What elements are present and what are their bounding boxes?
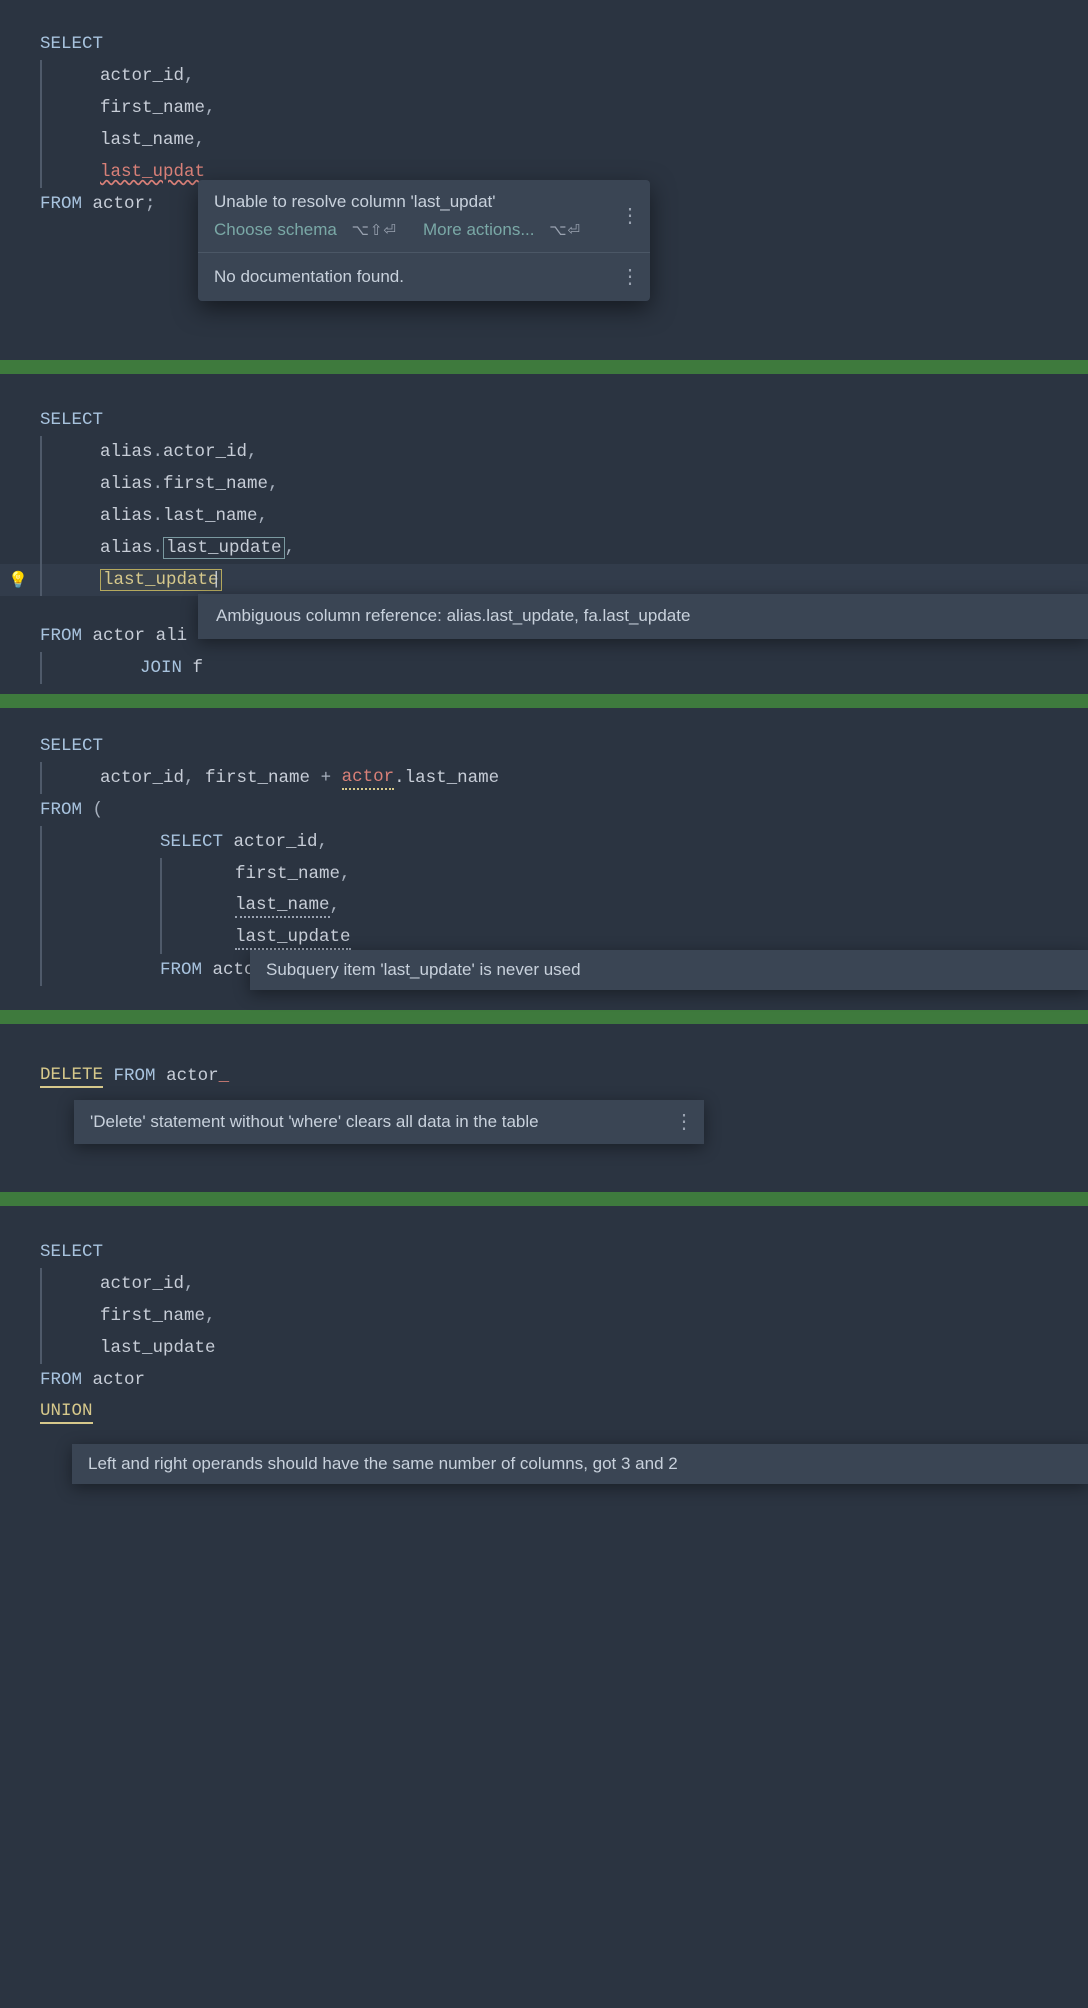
keyword-from: FROM <box>40 800 82 820</box>
dot: . <box>394 768 405 788</box>
col: actor_id <box>163 442 247 462</box>
divider <box>0 1010 1088 1024</box>
column: actor_id <box>100 66 184 86</box>
keyword-select: SELECT <box>40 1242 103 1262</box>
keyword-join: JOIN <box>140 658 182 678</box>
shortcut-label: ⌥⏎ <box>549 222 581 239</box>
table: actor <box>93 1370 146 1390</box>
shortcut-label: ⌥⇧⏎ <box>352 222 397 239</box>
col: first_name <box>100 1306 205 1326</box>
column-error[interactable]: last_updat <box>100 162 205 182</box>
ambiguous-column[interactable]: last_update <box>100 569 222 591</box>
keyword-from: FROM <box>40 194 82 214</box>
col: actor_id <box>100 768 184 788</box>
divider <box>0 694 1088 708</box>
col-unused[interactable]: last_update <box>235 927 351 950</box>
keyword-select: SELECT <box>40 736 103 756</box>
col: actor_id <box>100 1274 184 1294</box>
error-tooltip: Unable to resolve column 'last_updat' ⋮ … <box>198 180 650 301</box>
caret-icon: _ <box>219 1066 230 1086</box>
divider <box>0 360 1088 374</box>
comma: , <box>205 98 216 118</box>
divider <box>0 1192 1088 1206</box>
inner-select: SELECT <box>160 832 223 852</box>
keyword-union[interactable]: UNION <box>40 1401 93 1424</box>
keyword-select: SELECT <box>40 34 103 54</box>
alias: alias <box>100 474 153 494</box>
alias: alias <box>100 506 153 526</box>
col: last_name <box>163 506 258 526</box>
plus-op: + <box>321 768 332 788</box>
keyword-delete[interactable]: DELETE <box>40 1065 103 1088</box>
col-unused[interactable]: last_name <box>235 895 330 918</box>
bulb-icon[interactable]: 💡 <box>8 570 28 590</box>
col: first_name <box>205 768 310 788</box>
err-table[interactable]: actor <box>342 767 395 790</box>
alias: alias <box>100 538 153 558</box>
semicolon: ; <box>145 194 156 214</box>
keyword-from: FROM <box>40 626 82 646</box>
alias: alias <box>100 442 153 462</box>
col: first_name <box>163 474 268 494</box>
column: first_name <box>100 98 205 118</box>
table: actor <box>93 626 146 646</box>
no-documentation: No documentation found. <box>214 267 404 286</box>
more-actions-button[interactable]: More actions... <box>423 220 535 239</box>
col: actor_id <box>234 832 318 852</box>
lparen: ( <box>93 800 104 820</box>
table-name: actor <box>93 194 146 214</box>
join-partial: f <box>193 658 204 678</box>
warning-tooltip: Ambiguous column reference: alias.last_u… <box>198 594 1088 639</box>
table: actor <box>166 1066 219 1086</box>
comma: , <box>195 130 206 150</box>
comma: , <box>184 66 195 86</box>
column: last_name <box>100 130 195 150</box>
keyword-from: FROM <box>160 960 202 980</box>
col: last_update <box>100 1338 216 1358</box>
tooltip-title: Unable to resolve column 'last_updat' <box>214 192 496 211</box>
col-boxed: last_update <box>163 537 285 559</box>
keyword-from: FROM <box>40 1370 82 1390</box>
alias-name: ali <box>156 626 188 646</box>
err-col: last_name <box>405 768 500 788</box>
warning-tooltip-delete: 'Delete' statement without 'where' clear… <box>74 1100 704 1144</box>
info-tooltip: Subquery item 'last_update' is never use… <box>250 950 1088 990</box>
keyword-from: FROM <box>114 1066 156 1086</box>
choose-schema-button[interactable]: Choose schema <box>214 220 337 239</box>
keyword-select: SELECT <box>40 410 103 430</box>
col: first_name <box>235 864 340 884</box>
warning-tooltip-union: Left and right operands should have the … <box>72 1444 1088 1484</box>
